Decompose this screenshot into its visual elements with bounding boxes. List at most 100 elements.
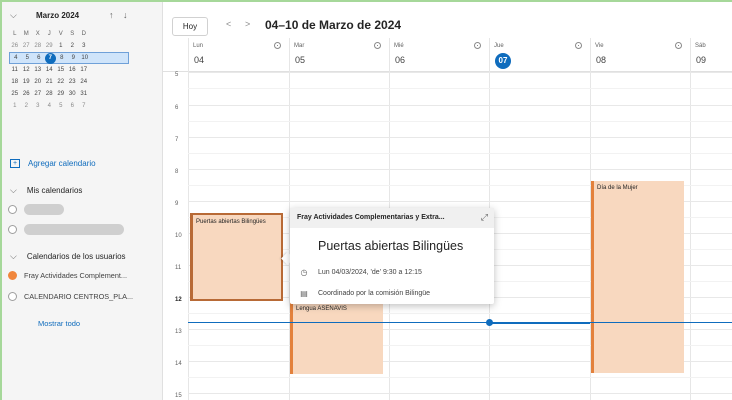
my-calendars-section-header[interactable]: ⌵ Mis calendarios <box>10 185 82 196</box>
event-title: Día de la Mujer <box>597 185 638 191</box>
mini-day[interactable]: 30 <box>67 91 79 97</box>
user-calendar-item[interactable]: CALENDARIO CENTROS_PLA... <box>8 292 133 301</box>
day-header-lun[interactable]: Lun 04 <box>188 38 289 72</box>
calendar-toggle-circle[interactable] <box>8 225 17 234</box>
calendar-toggle-circle[interactable] <box>8 205 17 214</box>
mini-day[interactable]: 26 <box>21 91 33 97</box>
mini-calendar-month-title[interactable]: Marzo 2024 <box>36 11 79 20</box>
mini-day[interactable]: 22 <box>55 79 67 85</box>
mini-day[interactable]: 21 <box>44 79 56 85</box>
day-header-sab[interactable]: Sáb 09 <box>690 38 732 72</box>
day-header-mie[interactable]: Mié 06 <box>389 38 489 72</box>
weather-icon <box>374 42 381 49</box>
mini-day[interactable]: 8 <box>56 55 68 61</box>
user-calendars-section-header[interactable]: ⌵ Calendarios de los usuarios <box>10 251 126 262</box>
mini-day[interactable]: 19 <box>21 79 33 85</box>
day-number: 09 <box>696 55 707 65</box>
mini-day[interactable]: 1 <box>55 43 67 49</box>
calendar-toolbar: Hoy < > 04–10 de Marzo de 2024 ⌵ <box>163 2 732 38</box>
mini-day[interactable]: 31 <box>78 91 90 97</box>
event-title: Puertas abiertas Bilingües <box>196 219 266 225</box>
weather-icon <box>474 42 481 49</box>
my-calendars-heading: Mis calendarios <box>26 186 83 195</box>
event-dia-de-la-mujer[interactable]: Día de la Mujer <box>591 181 684 373</box>
peek-time-text: Lun 04/03/2024, 'de' 9:30 a 12:15 <box>318 269 422 276</box>
previous-month-arrow-icon[interactable]: ↑ <box>109 10 114 20</box>
mini-day[interactable]: 29 <box>55 91 67 97</box>
day-name: Lun <box>193 43 204 49</box>
day-header-jue[interactable]: Jue 07 <box>489 38 590 72</box>
mini-day[interactable]: 13 <box>32 67 44 73</box>
mini-day[interactable]: 28 <box>32 43 44 49</box>
user-calendar-item[interactable]: Fray Actividades Complement... <box>8 271 127 280</box>
mini-day[interactable]: 2 <box>21 103 33 109</box>
hour-line <box>188 169 732 170</box>
mini-day[interactable]: 16 <box>67 67 79 73</box>
mini-day[interactable]: 23 <box>67 79 79 85</box>
mini-day[interactable]: 26 <box>9 43 21 49</box>
today-button[interactable]: Hoy <box>172 17 208 36</box>
mini-day[interactable]: 2 <box>67 43 79 49</box>
mini-day[interactable]: 4 <box>44 103 56 109</box>
mini-calendar-week: 18 19 20 21 22 23 24 <box>9 76 129 88</box>
mini-day[interactable]: 4 <box>10 55 22 61</box>
add-calendar-link[interactable]: + Agregar calendario <box>10 159 96 168</box>
event-lengua-asenavis[interactable]: Lengua ASENAVIS <box>290 302 383 374</box>
my-calendar-item[interactable] <box>8 204 64 215</box>
mini-day[interactable]: 24 <box>78 79 90 85</box>
event-peek-card[interactable]: Fray Actividades Complementarias y Extra… <box>290 208 494 304</box>
day-header-mar[interactable]: Mar 05 <box>289 38 389 72</box>
mini-day[interactable]: 15 <box>55 67 67 73</box>
hour-label: 5 <box>175 72 179 78</box>
mini-day[interactable]: 20 <box>32 79 44 85</box>
hour-label: 11 <box>175 265 182 271</box>
mini-day[interactable]: 27 <box>21 43 33 49</box>
user-calendar-label: Fray Actividades Complement... <box>24 271 128 280</box>
hour-label-current: 12 <box>175 297 182 303</box>
mini-day[interactable]: 5 <box>55 103 67 109</box>
date-range-title[interactable]: 04–10 de Marzo de 2024 <box>265 18 401 32</box>
hour-line <box>188 72 732 73</box>
show-all-link[interactable]: Mostrar todo <box>38 319 80 328</box>
current-time-dot <box>486 319 493 326</box>
chevron-right-icon[interactable]: > <box>245 19 250 29</box>
mini-day[interactable]: 11 <box>9 67 21 73</box>
mini-day[interactable]: 25 <box>9 91 21 97</box>
peek-card-header: Fray Actividades Complementarias y Extra… <box>290 208 494 228</box>
mini-day[interactable]: 3 <box>78 43 90 49</box>
hour-label: 9 <box>175 201 179 207</box>
day-header-vie[interactable]: Vie 08 <box>590 38 690 72</box>
blurred-calendar-name <box>24 204 64 215</box>
mini-day[interactable]: 27 <box>32 91 44 97</box>
mini-calendar-header: ⌵ Marzo 2024 ↑ ↓ <box>10 10 158 24</box>
mini-day[interactable]: 18 <box>9 79 21 85</box>
mini-day[interactable]: 6 <box>33 55 45 61</box>
mini-day-today[interactable]: 7 <box>44 52 56 64</box>
mini-day[interactable]: 10 <box>79 55 91 61</box>
mini-day[interactable]: 9 <box>68 55 80 61</box>
blurred-calendar-name <box>24 224 124 235</box>
mini-day[interactable]: 12 <box>21 67 33 73</box>
my-calendar-item[interactable] <box>8 224 124 235</box>
event-puertas-abiertas[interactable]: Puertas abiertas Bilingües <box>190 213 283 301</box>
hour-line <box>188 137 732 138</box>
calendar-toggle-circle-checked[interactable] <box>8 271 17 280</box>
next-month-arrow-icon[interactable]: ↓ <box>123 10 128 20</box>
mini-day[interactable]: 14 <box>44 67 56 73</box>
mini-day[interactable]: 28 <box>44 91 56 97</box>
mini-day[interactable]: 17 <box>78 67 90 73</box>
mini-day[interactable]: 6 <box>67 103 79 109</box>
peek-description-text: Coordinado por la comisión Bilingüe <box>318 290 431 297</box>
calendar-toggle-circle[interactable] <box>8 292 17 301</box>
half-hour-line <box>188 377 732 378</box>
chevron-down-icon[interactable]: ⌵ <box>385 20 392 31</box>
hour-label: 15 <box>175 393 182 399</box>
mini-day[interactable]: 7 <box>78 103 90 109</box>
chevron-left-icon[interactable]: < <box>226 19 231 29</box>
mini-day[interactable]: 5 <box>22 55 34 61</box>
mini-day[interactable]: 1 <box>9 103 21 109</box>
collapse-chevron-icon[interactable]: ⌵ <box>10 10 17 21</box>
mini-day[interactable]: 29 <box>44 43 56 49</box>
expand-icon[interactable]: ⤢ <box>481 212 488 223</box>
mini-day[interactable]: 3 <box>32 103 44 109</box>
